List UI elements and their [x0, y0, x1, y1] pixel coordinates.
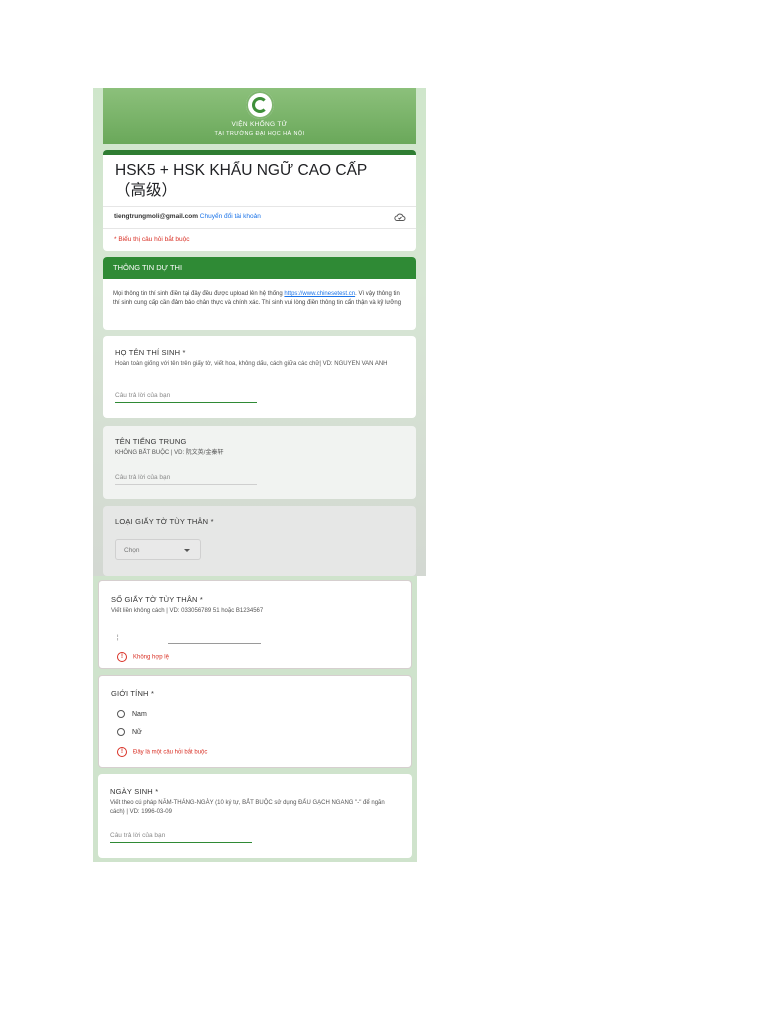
radio-option-nam[interactable]: Nam — [117, 710, 147, 718]
question-label: LOẠI GIẤY TỜ TÙY THÂN * — [115, 517, 214, 526]
full-name-input[interactable]: Câu trả lời của bạn — [115, 392, 257, 403]
chinesetest-link[interactable]: https://www.chinesetest.cn — [284, 291, 355, 297]
account-email: tiengtrungmoli@gmail.com — [114, 213, 198, 220]
org-name-line2: TẠI TRƯỜNG ĐẠI HỌC HÀ NỘI — [214, 131, 305, 137]
id-type-select[interactable]: Chọn — [115, 539, 201, 560]
org-name-line1: VIỆN KHỔNG TỬ — [231, 121, 288, 128]
question-gender: GIỚI TÍNH * Nam Nữ ! Đây là một câu hỏi b… — [98, 675, 412, 768]
question-description: Viết theo cú pháp NĂM-THÁNG-NGÀY (10 ký … — [110, 800, 385, 815]
institute-logo-icon — [246, 91, 274, 119]
form-title: HSK5 + HSK KHẨU NGỮ CAO CẤP（高级） — [115, 162, 368, 199]
form-screenshot-top: VIỆN KHỔNG TỬ TẠI TRƯỜNG ĐẠI HỌC HÀ NỘI … — [93, 88, 426, 576]
question-full-name: HỌ TÊN THÍ SINH * Hoàn toàn giống với tê… — [103, 336, 416, 418]
question-id-number: SỐ GIẤY TỜ TÙY THÂN * Viết liền không cá… — [98, 580, 412, 669]
error-icon: ! — [117, 747, 127, 757]
cloud-save-icon — [394, 213, 406, 221]
section-description: Mọi thông tin thí sinh điền tại đây đều … — [113, 291, 402, 306]
select-value: Chọn — [124, 547, 140, 554]
question-description: KHÔNG BẮT BUỘC | VD: 阮文英/金秦轩 — [115, 450, 224, 456]
question-chinese-name: TÊN TIẾNG TRUNG KHÔNG BẮT BUỘC | VD: 阮文英… — [103, 426, 416, 499]
text-cursor: ¦ — [117, 635, 119, 641]
question-label: HỌ TÊN THÍ SINH * — [115, 348, 186, 357]
form-title-card: HSK5 + HSK KHẨU NGỮ CAO CẤP（高级） tiengtru… — [103, 150, 416, 251]
question-description: Viết liền không cách | VD: 033056789 51 … — [111, 608, 264, 614]
question-label: TÊN TIẾNG TRUNG — [115, 437, 187, 446]
id-number-input[interactable] — [168, 643, 261, 644]
error-message: ! Không hợp lệ — [117, 652, 169, 662]
error-icon: ! — [117, 652, 127, 662]
dropdown-caret-icon — [184, 549, 190, 552]
account-info: tiengtrungmoli@gmail.com Chuyển đổi tài … — [114, 213, 261, 220]
section-info-card: THÔNG TIN DỰ THI Mọi thông tin thí sinh … — [103, 257, 416, 330]
question-label: GIỚI TÍNH * — [111, 689, 155, 698]
radio-icon[interactable] — [117, 710, 125, 718]
form-screenshot-bottom: SỐ GIẤY TỜ TÙY THÂN * Viết liền không cá… — [93, 576, 417, 862]
radio-icon[interactable] — [117, 728, 125, 736]
switch-account-link[interactable]: Chuyển đổi tài khoản — [200, 213, 261, 220]
chinese-name-input[interactable]: Câu trả lời của bạn — [115, 474, 257, 485]
question-label: SỐ GIẤY TỜ TÙY THÂN * — [111, 595, 204, 604]
required-note: * Biểu thị câu hỏi bắt buộc — [114, 236, 190, 243]
error-message: ! Đây là một câu hỏi bắt buộc — [117, 747, 207, 757]
question-label: NGÀY SINH * — [110, 787, 159, 796]
header-banner: VIỆN KHỔNG TỬ TẠI TRƯỜNG ĐẠI HỌC HÀ NỘI — [103, 88, 416, 144]
birthday-input[interactable]: Câu trả lời của bạn — [110, 832, 252, 843]
section-header: THÔNG TIN DỰ THI — [103, 257, 416, 279]
question-birthday: NGÀY SINH * Viết theo cú pháp NĂM-THÁNG-… — [98, 774, 412, 858]
question-description: Hoàn toàn giống với tên trên giấy tờ, vi… — [115, 361, 388, 367]
radio-option-nu[interactable]: Nữ — [117, 728, 142, 736]
